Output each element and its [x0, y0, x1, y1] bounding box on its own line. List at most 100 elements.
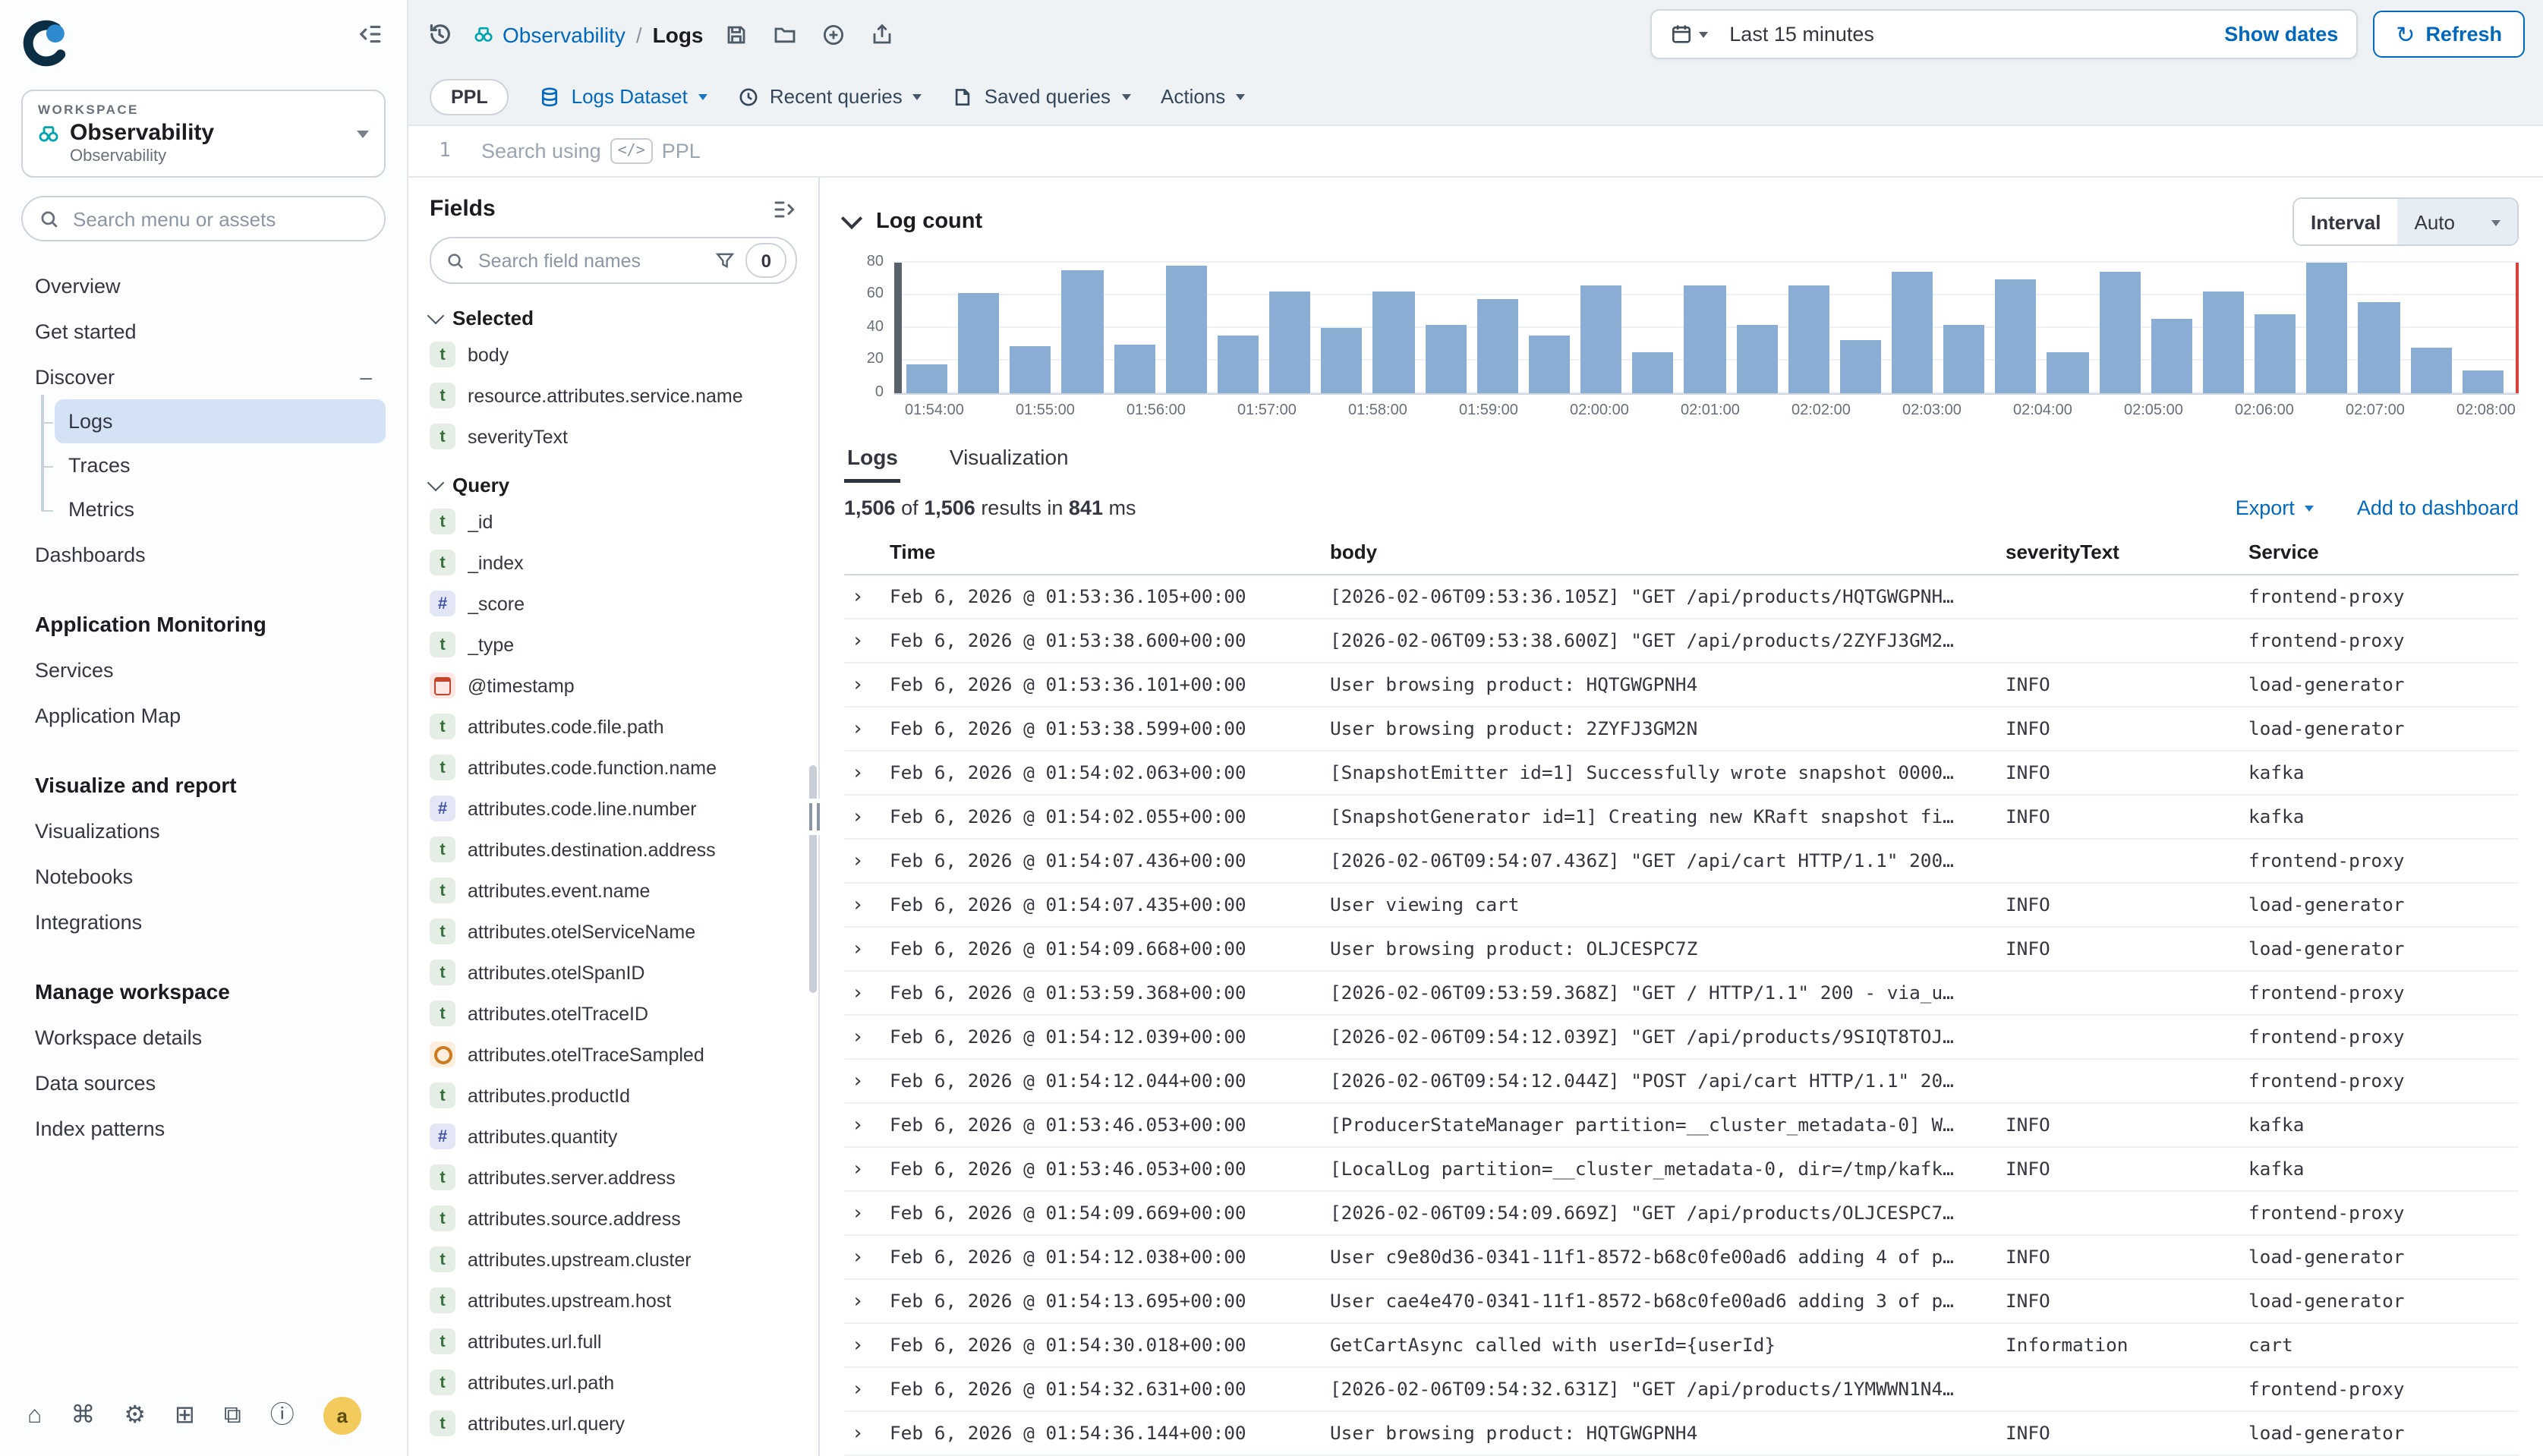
table-row[interactable]: Feb 6, 2026 @ 01:53:36.105+00:00 [2026-0… [844, 575, 2519, 619]
histogram-bar[interactable] [2047, 352, 2088, 393]
saved-queries-button[interactable]: Saved queries [953, 85, 1130, 108]
recent-queries-button[interactable]: Recent queries [738, 85, 922, 108]
histogram-bar[interactable] [1684, 285, 1725, 393]
sidebar-nav-item[interactable]: Index patterns – [21, 1105, 386, 1151]
expand-row-icon[interactable] [844, 938, 890, 960]
histogram-bar[interactable] [1010, 346, 1051, 393]
histogram-bar[interactable] [1476, 298, 1517, 393]
table-row[interactable]: Feb 6, 2026 @ 01:54:12.044+00:00 [2026-0… [844, 1060, 2519, 1104]
field-item[interactable]: attributes.otelTraceID [430, 993, 797, 1034]
new-icon[interactable] [822, 22, 846, 46]
table-row[interactable]: Feb 6, 2026 @ 01:53:38.599+00:00 User br… [844, 708, 2519, 752]
dataset-selector[interactable]: Logs Dataset [540, 85, 707, 108]
histogram-bar[interactable] [1529, 336, 1570, 393]
expand-row-icon[interactable] [844, 805, 890, 828]
expand-row-icon[interactable] [844, 761, 890, 784]
sidebar-nav-item[interactable]: Visualize and report – [21, 762, 386, 808]
table-row[interactable]: Feb 6, 2026 @ 01:54:07.435+00:00 User vi… [844, 884, 2519, 928]
filter-icon[interactable] [716, 251, 736, 270]
collapse-chart-icon[interactable] [841, 208, 862, 229]
interval-select[interactable]: Auto [2398, 199, 2518, 244]
field-item[interactable]: attributes.otelTraceSampled [430, 1034, 797, 1075]
histogram-bar[interactable] [1632, 352, 1673, 393]
field-item[interactable]: attributes.upstream.host [430, 1280, 797, 1321]
panel-resizer[interactable] [806, 799, 822, 835]
sidebar-nav-item[interactable]: Notebooks – [21, 853, 386, 899]
expand-row-icon[interactable] [844, 673, 890, 696]
sidebar-nav-item[interactable]: Visualizations – [21, 808, 386, 853]
time-range-picker[interactable]: Last 15 minutes Show dates [1650, 9, 2358, 59]
sidebar-nav-item[interactable]: Application Monitoring – [21, 601, 386, 647]
table-row[interactable]: Feb 6, 2026 @ 01:53:46.053+00:00 [Produc… [844, 1104, 2519, 1148]
field-item[interactable]: attributes.otelSpanID [430, 952, 797, 993]
table-row[interactable]: Feb 6, 2026 @ 01:54:07.436+00:00 [2026-0… [844, 840, 2519, 884]
sidebar-nav-item[interactable]: Data sources – [21, 1060, 386, 1105]
histogram-bar[interactable] [1788, 285, 1829, 393]
expand-row-icon[interactable] [844, 717, 890, 740]
table-row[interactable]: Feb 6, 2026 @ 01:53:46.053+00:00 [LocalL… [844, 1148, 2519, 1192]
export-button[interactable]: Export [2236, 496, 2315, 519]
query-fields-group-header[interactable]: Query [430, 474, 797, 496]
show-dates-button[interactable]: Show dates [2224, 23, 2338, 46]
expand-row-icon[interactable] [844, 1378, 890, 1401]
table-row[interactable]: Feb 6, 2026 @ 01:54:09.668+00:00 User br… [844, 928, 2519, 972]
histogram-bar[interactable] [2359, 302, 2400, 393]
histogram-bar[interactable] [1425, 325, 1466, 393]
table-row[interactable]: Feb 6, 2026 @ 01:53:36.101+00:00 User br… [844, 663, 2519, 708]
histogram-bar[interactable] [2255, 315, 2296, 393]
histogram-bar[interactable] [1373, 292, 1414, 393]
query-language-button[interactable]: PPL [430, 78, 509, 115]
expand-row-icon[interactable] [844, 893, 890, 916]
sidebar-nav-item[interactable]: Dashboards – [21, 531, 386, 577]
histogram-bar[interactable] [1062, 271, 1103, 393]
home-icon[interactable]: ⌂ [27, 1404, 42, 1428]
sidebar-collapse-icon[interactable] [354, 18, 386, 50]
table-row[interactable]: Feb 6, 2026 @ 01:53:59.368+00:00 [2026-0… [844, 972, 2519, 1016]
sidebar-search[interactable] [21, 196, 386, 241]
field-item[interactable]: _id [430, 501, 797, 542]
histogram-bar[interactable] [1736, 325, 1777, 393]
sidebar-nav-item[interactable]: Application Map – [21, 692, 386, 738]
histogram-bar[interactable] [1892, 273, 1933, 393]
histogram-bar[interactable] [1943, 325, 1984, 393]
table-row[interactable]: Feb 6, 2026 @ 01:54:36.144+00:00 User br… [844, 1412, 2519, 1456]
actions-menu-button[interactable]: Actions [1161, 85, 1245, 108]
sidebar-search-input[interactable] [70, 206, 367, 232]
histogram-bar[interactable] [906, 364, 947, 393]
col-severity[interactable]: severityText [2006, 540, 2248, 563]
info-icon[interactable]: ⓘ [270, 1404, 295, 1428]
calendar-icon[interactable] [1670, 23, 1708, 46]
expand-row-icon[interactable] [844, 849, 890, 872]
workflows-icon[interactable]: ⧉ [224, 1404, 241, 1428]
field-item[interactable]: attributes.upstream.cluster [430, 1239, 797, 1280]
field-item[interactable]: attributes.code.file.path [430, 706, 797, 747]
field-item[interactable]: attributes.url.query [430, 1403, 797, 1444]
col-body[interactable]: body [1330, 540, 2006, 563]
histogram-bar[interactable] [2203, 292, 2244, 393]
expand-row-icon[interactable] [844, 1114, 890, 1136]
field-item[interactable]: attributes.event.name [430, 870, 797, 911]
histogram-bar[interactable] [2151, 318, 2192, 393]
settings-icon[interactable]: ⚙ [124, 1404, 146, 1428]
table-row[interactable]: Feb 6, 2026 @ 01:54:12.039+00:00 [2026-0… [844, 1016, 2519, 1060]
histogram-bar[interactable] [1114, 345, 1155, 394]
workspace-selector[interactable]: WORKSPACE Observability Observability [21, 90, 386, 178]
field-item[interactable]: severityText [430, 416, 797, 457]
expand-row-icon[interactable] [844, 982, 890, 1004]
expand-row-icon[interactable] [844, 1334, 890, 1357]
sidebar-nav-item[interactable]: Integrations – [21, 899, 386, 944]
field-item[interactable]: attributes.server.address [430, 1157, 797, 1198]
fields-collapse-icon[interactable] [773, 197, 797, 221]
sidebar-nav-item[interactable]: Discover – [21, 354, 386, 399]
history-icon[interactable] [427, 21, 452, 47]
table-row[interactable]: Feb 6, 2026 @ 01:54:02.063+00:00 [Snapsh… [844, 752, 2519, 796]
expand-row-icon[interactable] [844, 1246, 890, 1268]
histogram-bar[interactable] [2462, 370, 2503, 393]
fields-search[interactable]: 0 [430, 237, 797, 284]
field-item[interactable]: attributes.url.full [430, 1321, 797, 1362]
expand-row-icon[interactable] [844, 585, 890, 608]
expand-row-icon[interactable] [844, 1158, 890, 1180]
tab-visualization[interactable]: Visualization [947, 434, 1072, 483]
table-row[interactable]: Feb 6, 2026 @ 01:54:12.038+00:00 User c9… [844, 1236, 2519, 1280]
field-item[interactable]: attributes.otelServiceName [430, 911, 797, 952]
